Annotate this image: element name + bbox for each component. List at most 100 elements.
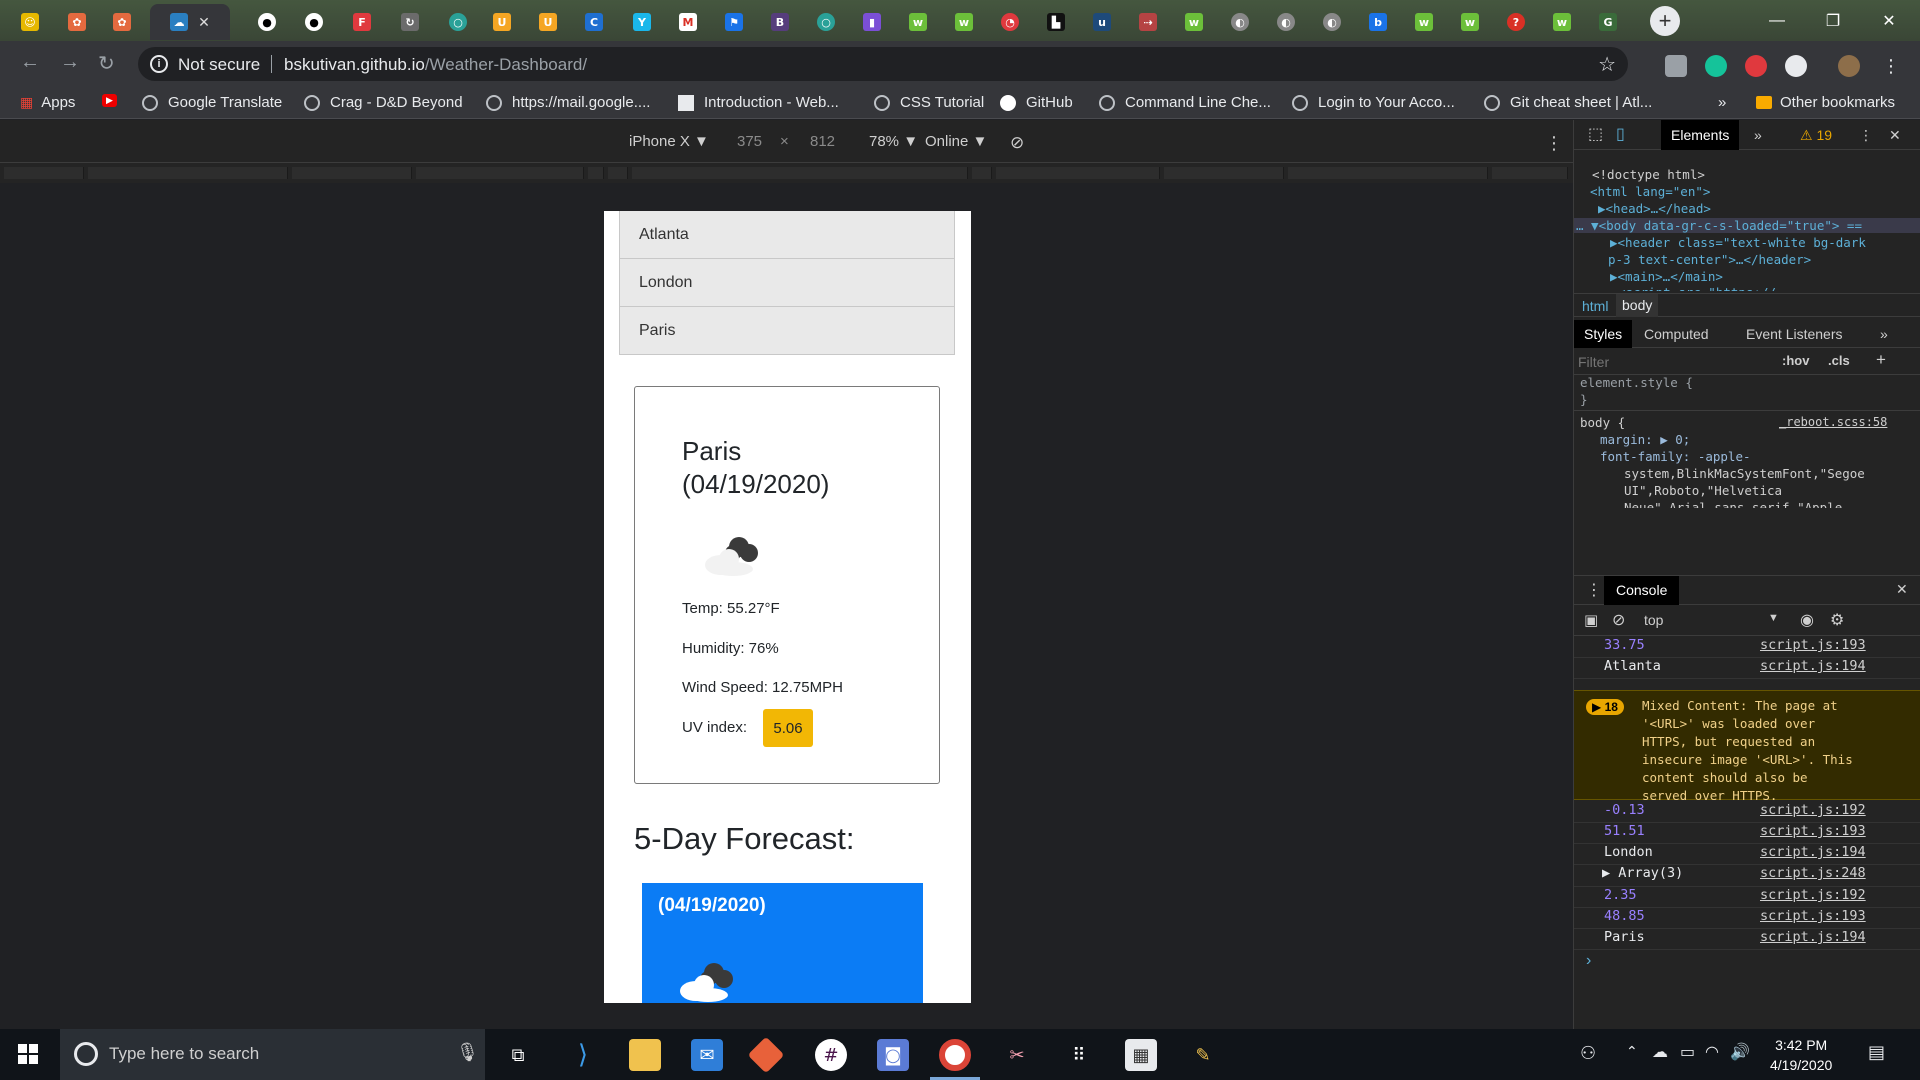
bookmark-google-translate[interactable]: Google Translate [142, 94, 282, 111]
minimize-button[interactable]: — [1754, 0, 1800, 41]
drawer-menu-icon[interactable]: ⋮ [1586, 580, 1602, 600]
tab-31[interactable]: w [1448, 4, 1492, 40]
app-icon[interactable]: ⠿ [1063, 1039, 1095, 1071]
bookmark-youtube[interactable]: ▶ [102, 94, 117, 107]
info-icon[interactable]: i [150, 55, 168, 73]
back-icon[interactable]: ← [20, 51, 40, 74]
tab-styles[interactable]: Styles [1574, 320, 1633, 348]
media-query-segment[interactable] [1288, 167, 1488, 179]
chrome-icon[interactable] [939, 1039, 971, 1071]
tab-1[interactable]: ☺ [8, 4, 52, 40]
bookmark-git-cheat-sheet[interactable]: Git cheat sheet | Atl... [1484, 94, 1652, 111]
dom-head[interactable]: ▶<head>…</head> [1598, 201, 1711, 216]
media-query-segment[interactable] [88, 167, 288, 179]
clear-console-icon[interactable]: ⊘ [1612, 610, 1625, 630]
console-log-line[interactable]: 33.75 script.js:193 [1574, 637, 1920, 658]
class-toggle[interactable]: .cls [1828, 353, 1850, 368]
close-tab-icon[interactable]: ✕ [198, 14, 210, 31]
media-query-bar[interactable] [0, 163, 1573, 183]
tab-32[interactable]: ? [1494, 4, 1538, 40]
device-toggle-icon[interactable]: ▯ [1606, 120, 1635, 150]
onedrive-icon[interactable]: ☁ [1652, 1042, 1668, 1062]
tab-active[interactable]: ☁ ✕ [150, 4, 230, 40]
file-explorer-icon[interactable] [629, 1039, 661, 1071]
bookmark-login[interactable]: Login to Your Acco... [1292, 94, 1455, 111]
media-query-segment[interactable] [588, 167, 604, 179]
warnings-counter[interactable]: ⚠ 19 [1790, 120, 1842, 150]
bookmark-other[interactable]: Other bookmarks [1756, 94, 1895, 111]
media-query-segment[interactable] [416, 167, 584, 179]
tab-6[interactable]: ● [292, 4, 336, 40]
tab-34[interactable]: G [1586, 4, 1630, 40]
dom-header[interactable]: ▶<header class="text-white bg-dark [1610, 235, 1866, 250]
tab-3[interactable]: ✿ [100, 4, 144, 40]
console-prompt[interactable]: › [1586, 952, 1591, 970]
tab-29[interactable]: b [1356, 4, 1400, 40]
tab-33[interactable]: w [1540, 4, 1584, 40]
taskbar-search[interactable]: Type here to search 🎙 [60, 1029, 485, 1080]
context-select[interactable]: top [1644, 612, 1663, 628]
battery-icon[interactable]: ▭ [1680, 1042, 1695, 1062]
close-window-button[interactable]: ✕ [1866, 0, 1912, 41]
tab-9[interactable]: ○ [436, 4, 480, 40]
chevron-up-icon[interactable]: ⌃ [1626, 1043, 1638, 1060]
tab-26[interactable]: ◐ [1218, 4, 1262, 40]
console-log-line[interactable]: ▶ Array(3) script.js:248 [1574, 865, 1920, 887]
device-menu-icon[interactable]: ⋮ [1545, 133, 1563, 154]
media-query-segment[interactable] [972, 167, 992, 179]
app-icon[interactable]: ◙ [877, 1039, 909, 1071]
tab-18[interactable]: ▮ [850, 4, 894, 40]
tab-22[interactable]: ▙ [1034, 4, 1078, 40]
hover-state-toggle[interactable]: :hov [1782, 353, 1809, 368]
calculator-icon[interactable]: ▦ [1125, 1039, 1157, 1071]
tab-21[interactable]: ◔ [988, 4, 1032, 40]
bookmark-css-tutorial[interactable]: CSS Tutorial [874, 94, 984, 111]
city-history-item[interactable]: Atlanta [619, 211, 955, 259]
tab-25[interactable]: w [1172, 4, 1216, 40]
eye-icon[interactable]: ◉ [1800, 610, 1814, 630]
tab-computed[interactable]: Computed [1634, 320, 1719, 348]
add-rule-button[interactable]: + [1876, 350, 1886, 370]
tab-14[interactable]: M [666, 4, 710, 40]
gear-icon[interactable]: ⚙ [1830, 610, 1844, 630]
dom-html[interactable]: <html lang="en"> [1590, 184, 1710, 199]
tab-30[interactable]: w [1402, 4, 1446, 40]
media-query-segment[interactable] [632, 167, 968, 179]
tab-24[interactable]: ⇢ [1126, 4, 1170, 40]
tab-2[interactable]: ✿ [55, 4, 99, 40]
task-view-icon[interactable]: ⧉ [502, 1039, 534, 1071]
tab-11[interactable]: U [526, 4, 570, 40]
chevron-down-icon[interactable]: ▼ [1768, 612, 1779, 624]
media-query-segment[interactable] [1164, 167, 1284, 179]
url-text[interactable]: bskutivan.github.io/Weather-Dashboard/ [284, 55, 587, 75]
volume-icon[interactable]: 🔊 [1730, 1042, 1750, 1062]
grammarly-icon[interactable] [1705, 55, 1727, 77]
bookmark-gmail[interactable]: https://mail.google.... [486, 94, 650, 111]
maximize-button[interactable]: ❐ [1810, 0, 1856, 41]
snip-icon[interactable]: ✂ [1001, 1039, 1033, 1071]
dom-body-selected[interactable]: … ▼<body data-gr-c-s-loaded="true"> == [1574, 218, 1920, 233]
menu-kebab-icon[interactable]: ⋮ [1882, 56, 1900, 77]
body-rule-selector[interactable]: body { [1580, 415, 1625, 430]
viewport-height[interactable]: 812 [810, 133, 835, 150]
console-log-line[interactable]: Atlanta script.js:194 [1574, 658, 1920, 679]
paint-icon[interactable]: ✎ [1187, 1039, 1219, 1071]
bookmark-star-icon[interactable]: ☆ [1598, 52, 1616, 77]
console-source-link[interactable]: script.js:193 [1760, 908, 1866, 924]
breadcrumb-body[interactable]: body [1616, 294, 1659, 317]
tab-16[interactable]: B [758, 4, 802, 40]
console-log-line[interactable]: London script.js:194 [1574, 844, 1920, 865]
media-query-segment[interactable] [1492, 167, 1568, 179]
sidebar-toggle-icon[interactable]: ▣ [1584, 611, 1598, 629]
address-bar[interactable]: i Not secure bskutivan.github.io/Weather… [138, 47, 1628, 81]
reload-icon[interactable]: ↻ [98, 51, 115, 76]
console-source-link[interactable]: script.js:194 [1760, 658, 1866, 674]
rotate-icon[interactable]: ⊘ [1010, 133, 1024, 153]
slack-icon[interactable]: # [815, 1039, 847, 1071]
margin-property[interactable]: margin: ▶ 0; [1600, 432, 1690, 447]
console-log-line[interactable]: 51.51 script.js:193 [1574, 823, 1920, 844]
font-family-property[interactable]: font-family: -apple- [1600, 449, 1751, 464]
tab-28[interactable]: ◐ [1310, 4, 1354, 40]
close-devtools-icon[interactable]: ✕ [1879, 120, 1911, 150]
console-log-line[interactable]: Paris script.js:194 [1574, 929, 1920, 950]
